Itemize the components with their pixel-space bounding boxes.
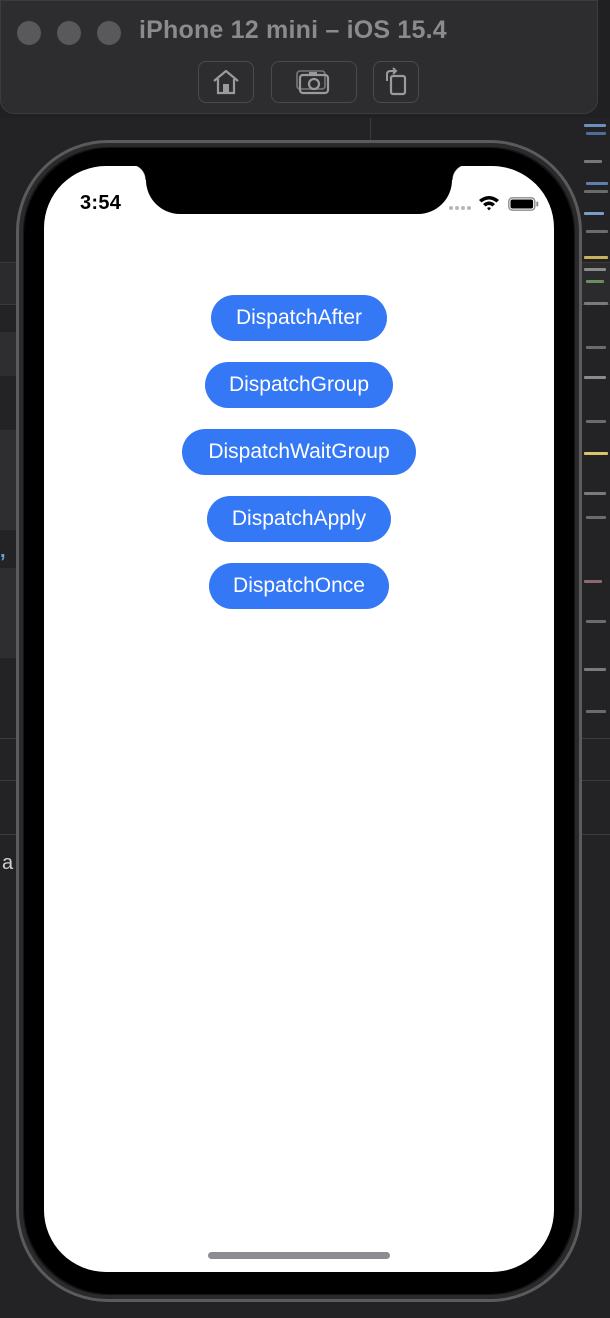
- editor-side-panel: [0, 430, 17, 530]
- editor-side-panel: [0, 332, 17, 376]
- signal-dots-icon: [449, 206, 471, 210]
- minimize-window-button[interactable]: [57, 21, 81, 45]
- editor-minimap: [582, 120, 610, 740]
- simulator-window-titlebar: iPhone 12 mini – iOS 15.4: [0, 0, 598, 114]
- home-icon: [213, 69, 239, 95]
- wifi-icon: [479, 196, 499, 211]
- screenshot-button[interactable]: [271, 61, 357, 103]
- desktop-background: , a iPhone 12 mini – iOS 15.4 3:54 Dispa…: [0, 0, 610, 1318]
- editor-divider: [370, 118, 371, 140]
- status-bar-time: 3:54: [80, 192, 122, 214]
- simulator-title: iPhone 12 mini – iOS 15.4: [139, 16, 447, 44]
- dispatch-group-button[interactable]: DispatchGroup: [205, 362, 393, 408]
- editor-code-fragment: ,: [0, 540, 6, 562]
- notch: [130, 166, 468, 214]
- editor-text-fragment: a: [2, 852, 14, 874]
- editor-side-panel: [0, 568, 17, 658]
- dispatch-after-button[interactable]: DispatchAfter: [211, 295, 387, 341]
- dispatch-apply-button[interactable]: DispatchApply: [207, 496, 391, 542]
- home-button[interactable]: [198, 61, 254, 103]
- close-window-button[interactable]: [17, 21, 41, 45]
- camera-icon: [296, 70, 330, 95]
- rotate-button[interactable]: [373, 61, 419, 103]
- dispatch-once-button[interactable]: DispatchOnce: [209, 563, 389, 609]
- dispatch-wait-group-button[interactable]: DispatchWaitGroup: [182, 429, 416, 475]
- app-screen: 3:54 DispatchAfter DispatchGroup Dispatc…: [44, 166, 554, 1272]
- zoom-window-button[interactable]: [97, 21, 121, 45]
- home-indicator[interactable]: [208, 1252, 390, 1259]
- rotate-icon: [386, 67, 407, 96]
- battery-icon: [508, 197, 539, 211]
